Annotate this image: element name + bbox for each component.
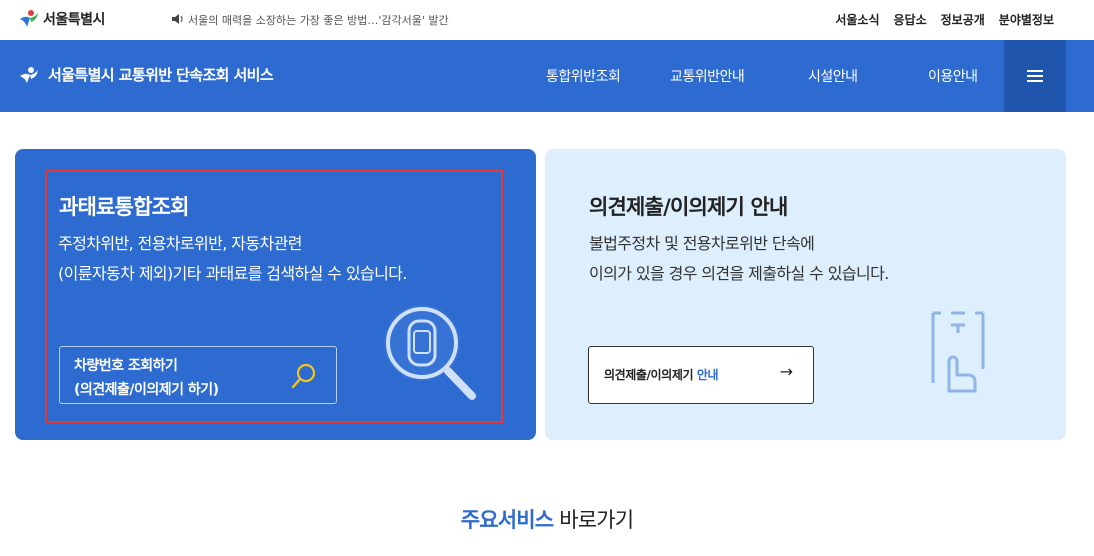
speaker-icon bbox=[172, 13, 184, 27]
top-utility-bar: 서울특별시 서울의 매력을 소장하는 가장 좋은 방법…'감각서울' 발간 서울… bbox=[0, 0, 1094, 40]
service-title-text: 서울특별시 교통위반 단속조회 서비스 bbox=[48, 66, 274, 84]
seoul-logo-icon bbox=[20, 10, 38, 27]
hamburger-icon bbox=[1027, 75, 1043, 77]
util-link-news[interactable]: 서울소식 bbox=[835, 11, 879, 28]
nav-violation-guide[interactable]: 교통위반안내 bbox=[670, 66, 745, 86]
notice-text: 서울의 매력을 소장하는 가장 좋은 방법…'감각서울' 발간 bbox=[188, 14, 449, 27]
heading-strong: 주요서비스 bbox=[460, 508, 554, 532]
main-services-heading: 주요서비스 바로가기 bbox=[0, 504, 1094, 534]
desc-line: 불법주정차 및 전용차로위반 단속에 bbox=[589, 234, 815, 253]
util-link-response[interactable]: 응답소 bbox=[894, 11, 927, 28]
objection-guide-description: 불법주정차 및 전용차로위반 단속에 이의가 있을 경우 의견을 제출하실 수 … bbox=[589, 229, 1059, 289]
hamburger-menu-button[interactable] bbox=[1004, 40, 1066, 112]
objection-guide-title: 의견제출/이의제기 안내 bbox=[589, 195, 788, 219]
highlight-box bbox=[45, 170, 503, 423]
notice-banner[interactable]: 서울의 매력을 소장하는 가장 좋은 방법…'감각서울' 발간 bbox=[172, 12, 449, 28]
guide-button-label: 의견제출/이의제기 안내 bbox=[604, 366, 719, 383]
main-nav: 서울특별시 교통위반 단속조회 서비스 통합위반조회 교통위반안내 시설안내 이… bbox=[0, 40, 1094, 112]
nav-usage-guide[interactable]: 이용안내 bbox=[928, 66, 978, 86]
nav-integrated-violation[interactable]: 통합위반조회 bbox=[546, 66, 621, 86]
desc-line: 이의가 있을 경우 의견을 제출하실 수 있습니다. bbox=[589, 264, 889, 283]
guide-button-text: 의견제출/이의제기 bbox=[604, 368, 694, 382]
util-link-info-disclosure[interactable]: 정보공개 bbox=[941, 11, 985, 28]
logo-text: 서울특별시 bbox=[43, 12, 105, 28]
nav-facility-guide[interactable]: 시설안내 bbox=[808, 66, 858, 86]
clipboard-hand-illustration-icon bbox=[931, 311, 985, 393]
arrow-right-icon: → bbox=[779, 362, 793, 381]
util-link-field-info[interactable]: 분야별정보 bbox=[999, 11, 1054, 28]
objection-guide-card: 의견제출/이의제기 안내 불법주정차 및 전용차로위반 단속에 이의가 있을 경… bbox=[545, 149, 1066, 440]
utility-links: 서울소식 응답소 정보공개 분야별정보 bbox=[835, 11, 1054, 28]
seoul-symbol-icon bbox=[20, 66, 38, 83]
guide-button-accent: 안내 bbox=[696, 368, 719, 382]
objection-guide-button[interactable]: 의견제출/이의제기 안내 → bbox=[588, 346, 814, 404]
heading-rest: 바로가기 bbox=[559, 508, 634, 532]
service-title[interactable]: 서울특별시 교통위반 단속조회 서비스 bbox=[18, 64, 274, 85]
seoul-logo[interactable]: 서울특별시 bbox=[18, 9, 105, 29]
